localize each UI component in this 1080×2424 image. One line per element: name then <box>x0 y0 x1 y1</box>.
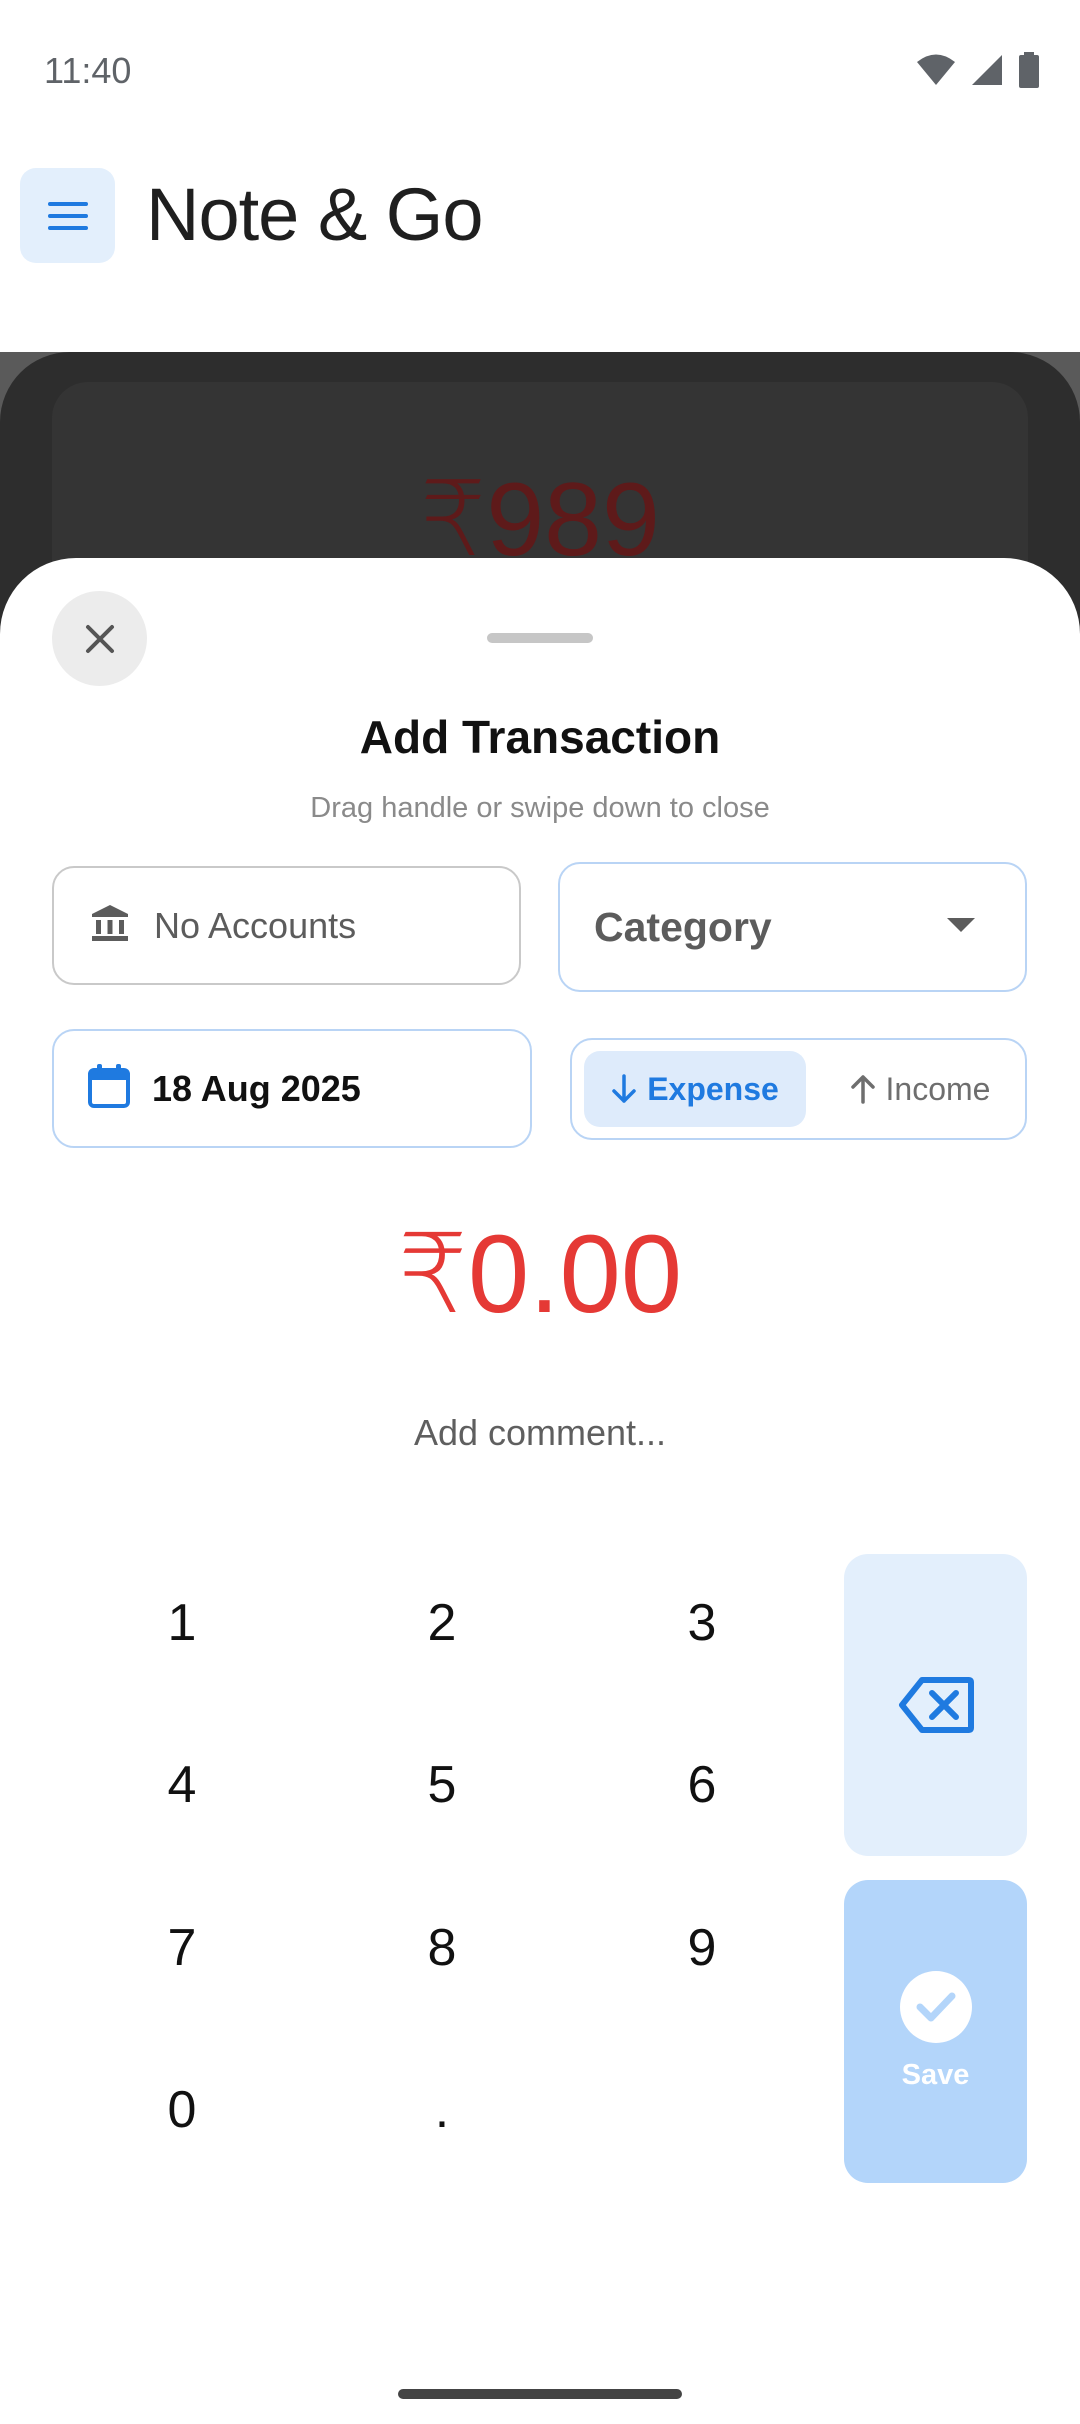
bank-icon <box>90 903 130 948</box>
keypad-key-5[interactable]: 5 <box>327 1715 557 1855</box>
keypad-key-4[interactable]: 4 <box>67 1715 297 1855</box>
keypad-key-decimal[interactable]: . <box>327 2040 557 2180</box>
menu-icon <box>47 201 88 230</box>
battery-icon <box>1019 52 1039 88</box>
dropdown-caret-icon <box>947 917 975 937</box>
keypad-key-8[interactable]: 8 <box>327 1878 557 2018</box>
drag-handle[interactable] <box>487 633 593 643</box>
arrow-down-icon <box>612 1074 636 1103</box>
category-label: Category <box>594 903 772 950</box>
backspace-button[interactable] <box>844 1554 1027 1856</box>
keypad-key-7[interactable]: 7 <box>67 1878 297 2018</box>
expense-label: Expense <box>647 1070 779 1107</box>
status-icons <box>916 52 1040 88</box>
status-time: 11:40 <box>44 50 132 91</box>
account-selector[interactable]: No Accounts <box>52 866 521 985</box>
save-button[interactable]: Save <box>844 1880 1027 2183</box>
calendar-icon <box>88 1064 130 1113</box>
signal-icon <box>972 55 1002 85</box>
expense-toggle-button[interactable]: Expense <box>584 1051 806 1127</box>
wifi-icon <box>917 54 955 85</box>
arrow-up-icon <box>850 1075 875 1104</box>
check-circle-icon <box>899 1971 972 2043</box>
close-button[interactable] <box>52 591 147 686</box>
income-label: Income <box>885 1070 991 1107</box>
sheet-subtitle: Drag handle or swipe down to close <box>310 792 770 824</box>
status-bar: 11:40 <box>0 0 1080 140</box>
date-picker[interactable]: 18 Aug 2025 <box>52 1029 532 1148</box>
keypad-key-6[interactable]: 6 <box>587 1715 817 1855</box>
save-label: Save <box>901 2059 970 2091</box>
keypad-key-1[interactable]: 1 <box>67 1553 297 1693</box>
menu-button[interactable] <box>20 168 115 263</box>
amount-display: ₹0.00 <box>397 1213 683 1336</box>
income-toggle-button[interactable]: Income <box>822 1051 1018 1127</box>
keypad-key-2[interactable]: 2 <box>327 1553 557 1693</box>
comment-input[interactable]: Add comment... <box>0 1412 1080 1454</box>
account-label: No Accounts <box>154 904 357 946</box>
sheet-title: Add Transaction <box>359 711 721 763</box>
home-indicator[interactable] <box>398 2389 682 2399</box>
transaction-type-toggle: Expense Income <box>570 1038 1027 1140</box>
keypad-key-0[interactable]: 0 <box>67 2040 297 2180</box>
category-dropdown[interactable]: Category <box>558 862 1027 992</box>
backspace-icon <box>898 1677 974 1733</box>
date-label: 18 Aug 2025 <box>152 1067 361 1109</box>
close-icon <box>85 624 114 653</box>
keypad-key-3[interactable]: 3 <box>587 1553 817 1693</box>
keypad-key-9[interactable]: 9 <box>587 1878 817 2018</box>
app-title: Note & Go <box>146 173 484 256</box>
